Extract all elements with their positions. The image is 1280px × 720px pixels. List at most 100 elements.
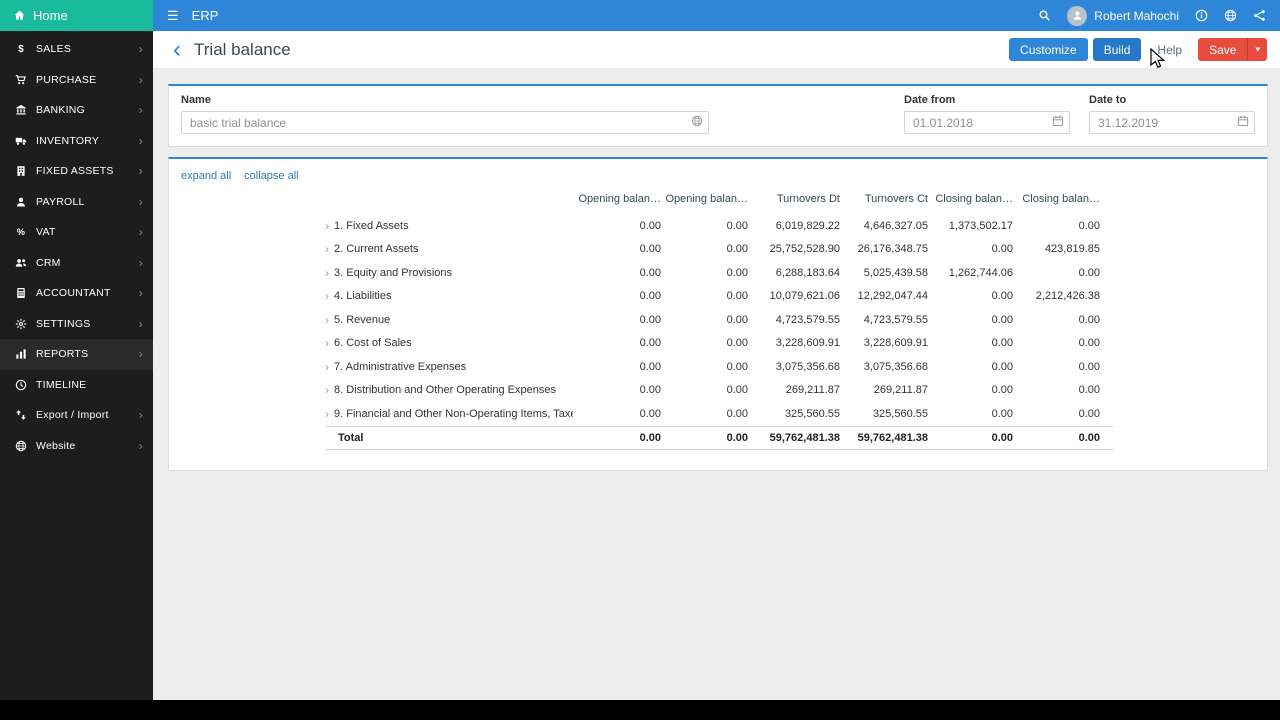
sidebar-item-website[interactable]: Website › — [0, 431, 153, 462]
date-from-field: Date from — [904, 94, 1070, 134]
chevron-right-icon[interactable]: › — [325, 220, 329, 232]
sidebar-item-sales[interactable]: $ SALES › — [0, 34, 153, 65]
save-button[interactable]: Save — [1198, 38, 1248, 61]
row-value: 6,019,829.22 — [775, 219, 840, 232]
row-value: 0.00 — [1078, 337, 1100, 350]
calendar-icon[interactable] — [1052, 114, 1064, 132]
table-links: expand all collapse all — [169, 168, 1267, 186]
chevron-right-icon[interactable]: › — [325, 384, 329, 396]
row-value: 269,211.87 — [873, 384, 928, 397]
chevron-right-icon: › — [138, 72, 143, 87]
user-menu[interactable]: Robert Mahochi — [1067, 5, 1179, 26]
column-header: Turnovers Dt — [776, 193, 840, 205]
report-row: › 4. Liabilities 0.00 0.00 10,079,621.06 12,2… — [325, 285, 1113, 309]
row-value: 0.00 — [726, 243, 748, 256]
sidebar-item-fixed-assets[interactable]: FIXED ASSETS › — [0, 156, 153, 187]
sidebar-item-reports[interactable]: REPORTS › — [0, 339, 153, 370]
sidebar-item-label: INVENTORY — [36, 134, 100, 147]
name-input[interactable] — [181, 111, 709, 134]
sidebar-item-label: PAYROLL — [36, 195, 85, 208]
row-value: 1,262,744.06 — [948, 266, 1013, 279]
build-button[interactable]: Build — [1092, 38, 1142, 61]
column-header: Opening balan… — [665, 193, 748, 205]
sidebar-item-vat[interactable]: % VAT › — [0, 217, 153, 248]
row-value: 0.00 — [726, 384, 748, 397]
row-label: 2. Current Assets — [334, 243, 419, 256]
total-value: 59,762,481.38 — [857, 431, 928, 444]
row-value: 0.00 — [726, 337, 748, 350]
name-label: Name — [181, 94, 211, 106]
total-value: 0.00 — [639, 431, 661, 444]
sidebar-item-inventory[interactable]: INVENTORY › — [0, 126, 153, 157]
info-icon[interactable] — [1195, 9, 1208, 22]
row-label: 4. Liabilities — [334, 290, 392, 303]
svg-text:$: $ — [18, 44, 24, 55]
report-row: › 8. Distribution and Other Operating Exp… — [325, 379, 1113, 403]
help-button[interactable]: Help — [1146, 38, 1193, 61]
person-icon — [13, 196, 28, 208]
translate-globe-icon[interactable] — [691, 114, 703, 132]
sidebar-item-accountant[interactable]: ACCOUNTANT › — [0, 278, 153, 309]
report-row: › 7. Administrative Expenses 0.00 0.00 3,075… — [325, 355, 1113, 379]
save-dropdown-button[interactable]: ▾ — [1247, 38, 1267, 61]
sidebar-item-payroll[interactable]: PAYROLL › — [0, 187, 153, 218]
sidebar-item-crm[interactable]: CRM › — [0, 248, 153, 279]
sidebar-item-label: TIMELINE — [36, 378, 87, 391]
row-value: 0.00 — [726, 290, 748, 303]
user-icon — [1072, 10, 1083, 21]
chevron-right-icon: › — [138, 225, 143, 240]
sidebar-item-banking[interactable]: BANKING › — [0, 95, 153, 126]
column-header: Closing balan… — [935, 193, 1013, 205]
calculator-icon — [13, 287, 28, 299]
row-label: 9. Financial and Other Non-Operating Ite… — [334, 407, 573, 420]
row-value: 423,819.85 — [1044, 243, 1100, 256]
row-value: 3,228,609.91 — [775, 337, 840, 350]
row-value: 0.00 — [1078, 407, 1100, 420]
content-area: $ SALES › PURCHASE › BANKING › INVENTORY › FIXED … — [0, 31, 1280, 700]
sidebar-item-label: REPORTS — [36, 348, 89, 361]
search-icon[interactable] — [1038, 9, 1051, 22]
date-from-input[interactable] — [904, 111, 1070, 134]
row-value: 0.00 — [1078, 266, 1100, 279]
bank-icon — [13, 104, 28, 116]
share-icon[interactable] — [1253, 9, 1266, 22]
row-value: 1,373,502.17 — [948, 219, 1013, 232]
sidebar-item-timeline[interactable]: TIMELINE — [0, 370, 153, 401]
row-value: 4,723,579.55 — [775, 313, 840, 326]
sidebar-item-purchase[interactable]: PURCHASE › — [0, 65, 153, 96]
row-value: 0.00 — [726, 313, 748, 326]
calendar-icon[interactable] — [1237, 114, 1249, 132]
row-value: 0.00 — [639, 243, 661, 256]
chevron-right-icon: › — [138, 255, 143, 270]
chevron-right-icon[interactable]: › — [325, 243, 329, 255]
customize-button[interactable]: Customize — [1009, 38, 1088, 61]
chevron-right-icon: › — [138, 42, 143, 57]
globe-icon[interactable] — [1224, 9, 1237, 22]
home-button[interactable]: Home — [0, 0, 153, 31]
report-settings-panel: Name Date from Date to — [168, 84, 1268, 147]
chevron-right-icon[interactable]: › — [325, 361, 329, 373]
chevron-right-icon: › — [138, 194, 143, 209]
sidebar-item-export-import[interactable]: Export / Import › — [0, 400, 153, 431]
row-value: 0.00 — [991, 290, 1013, 303]
total-label: Total — [338, 431, 364, 444]
menu-icon[interactable]: ☰ — [167, 8, 179, 24]
chevron-right-icon[interactable]: › — [325, 337, 329, 349]
date-to-input[interactable] — [1089, 111, 1255, 134]
row-value: 0.00 — [991, 243, 1013, 256]
sidebar-item-settings[interactable]: SETTINGS › — [0, 309, 153, 340]
expand-all-link[interactable]: expand all — [181, 170, 231, 182]
chevron-right-icon[interactable]: › — [325, 290, 329, 302]
collapse-all-link[interactable]: collapse all — [244, 170, 298, 182]
chevron-right-icon[interactable]: › — [325, 408, 329, 420]
row-value: 325,560.55 — [872, 407, 928, 420]
chevron-right-icon[interactable]: › — [325, 267, 329, 279]
chevron-right-icon[interactable]: › — [325, 314, 329, 326]
row-label: 5. Revenue — [334, 313, 391, 326]
chevron-right-icon: › — [138, 103, 143, 118]
back-button[interactable]: ‹ — [173, 35, 181, 65]
chevron-right-icon: › — [138, 286, 143, 301]
row-value: 0.00 — [991, 313, 1013, 326]
column-header: Turnovers Ct — [864, 193, 928, 205]
sidebar-item-label: SALES — [36, 43, 72, 56]
